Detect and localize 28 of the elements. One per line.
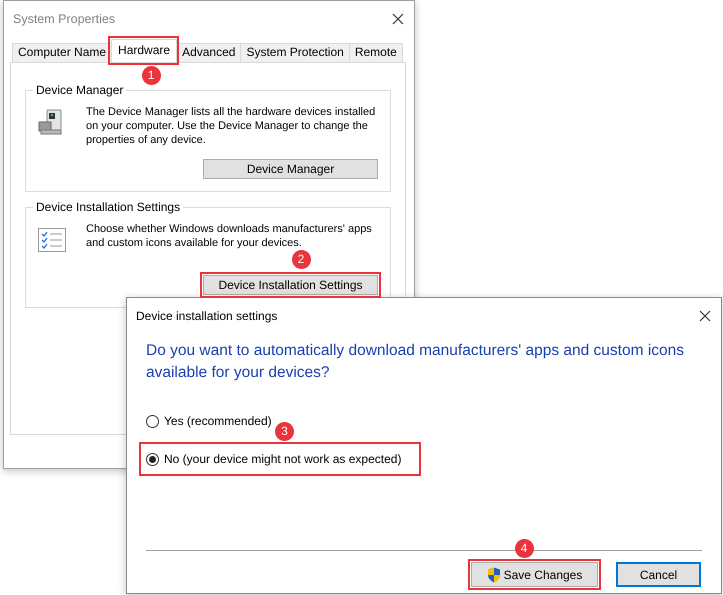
radio-button[interactable]: [146, 414, 159, 428]
shield-icon: [486, 566, 501, 582]
checklist-icon: [38, 228, 66, 252]
group-description: Choose whether Windows downloads manufacturers' apps and custom icons available for your devices.: [86, 222, 373, 250]
step-marker: 1: [142, 66, 161, 85]
close-icon[interactable]: [699, 310, 711, 322]
radio-button[interactable]: [146, 452, 159, 466]
step-marker: 3: [275, 422, 294, 441]
device-icon: [38, 108, 64, 136]
dialog-button[interactable]: Cancel: [616, 562, 701, 587]
tab[interactable]: Remote: [348, 43, 403, 62]
tab[interactable]: System Protection: [240, 43, 350, 62]
option-label: No (your device might not work as expected): [164, 451, 402, 468]
tab[interactable]: Advanced: [176, 43, 242, 62]
group-button[interactable]: Device Installation Settings: [203, 275, 378, 295]
tab[interactable]: Computer Name: [12, 43, 112, 62]
group-description: The Device Manager lists all the hardware devices installed on your computer. Use the Device Manager to change the properties of any device.: [86, 105, 376, 147]
step-marker: 2: [292, 250, 310, 269]
question-text: Do you want to automatically download manufacturers' apps and custom icons available for your devices?: [146, 341, 685, 383]
group-title: Device Manager: [33, 83, 126, 97]
group-button[interactable]: Device Manager: [203, 159, 378, 179]
option-label: Yes (recommended): [164, 413, 272, 430]
close-icon[interactable]: [392, 13, 404, 25]
dialog-button[interactable]: Save Changes: [471, 562, 598, 587]
step-marker: 4: [514, 539, 534, 558]
group-title: Device Installation Settings: [33, 200, 184, 214]
dialog-title: Device installation settings: [136, 308, 278, 325]
window-title: System Properties: [13, 10, 116, 28]
